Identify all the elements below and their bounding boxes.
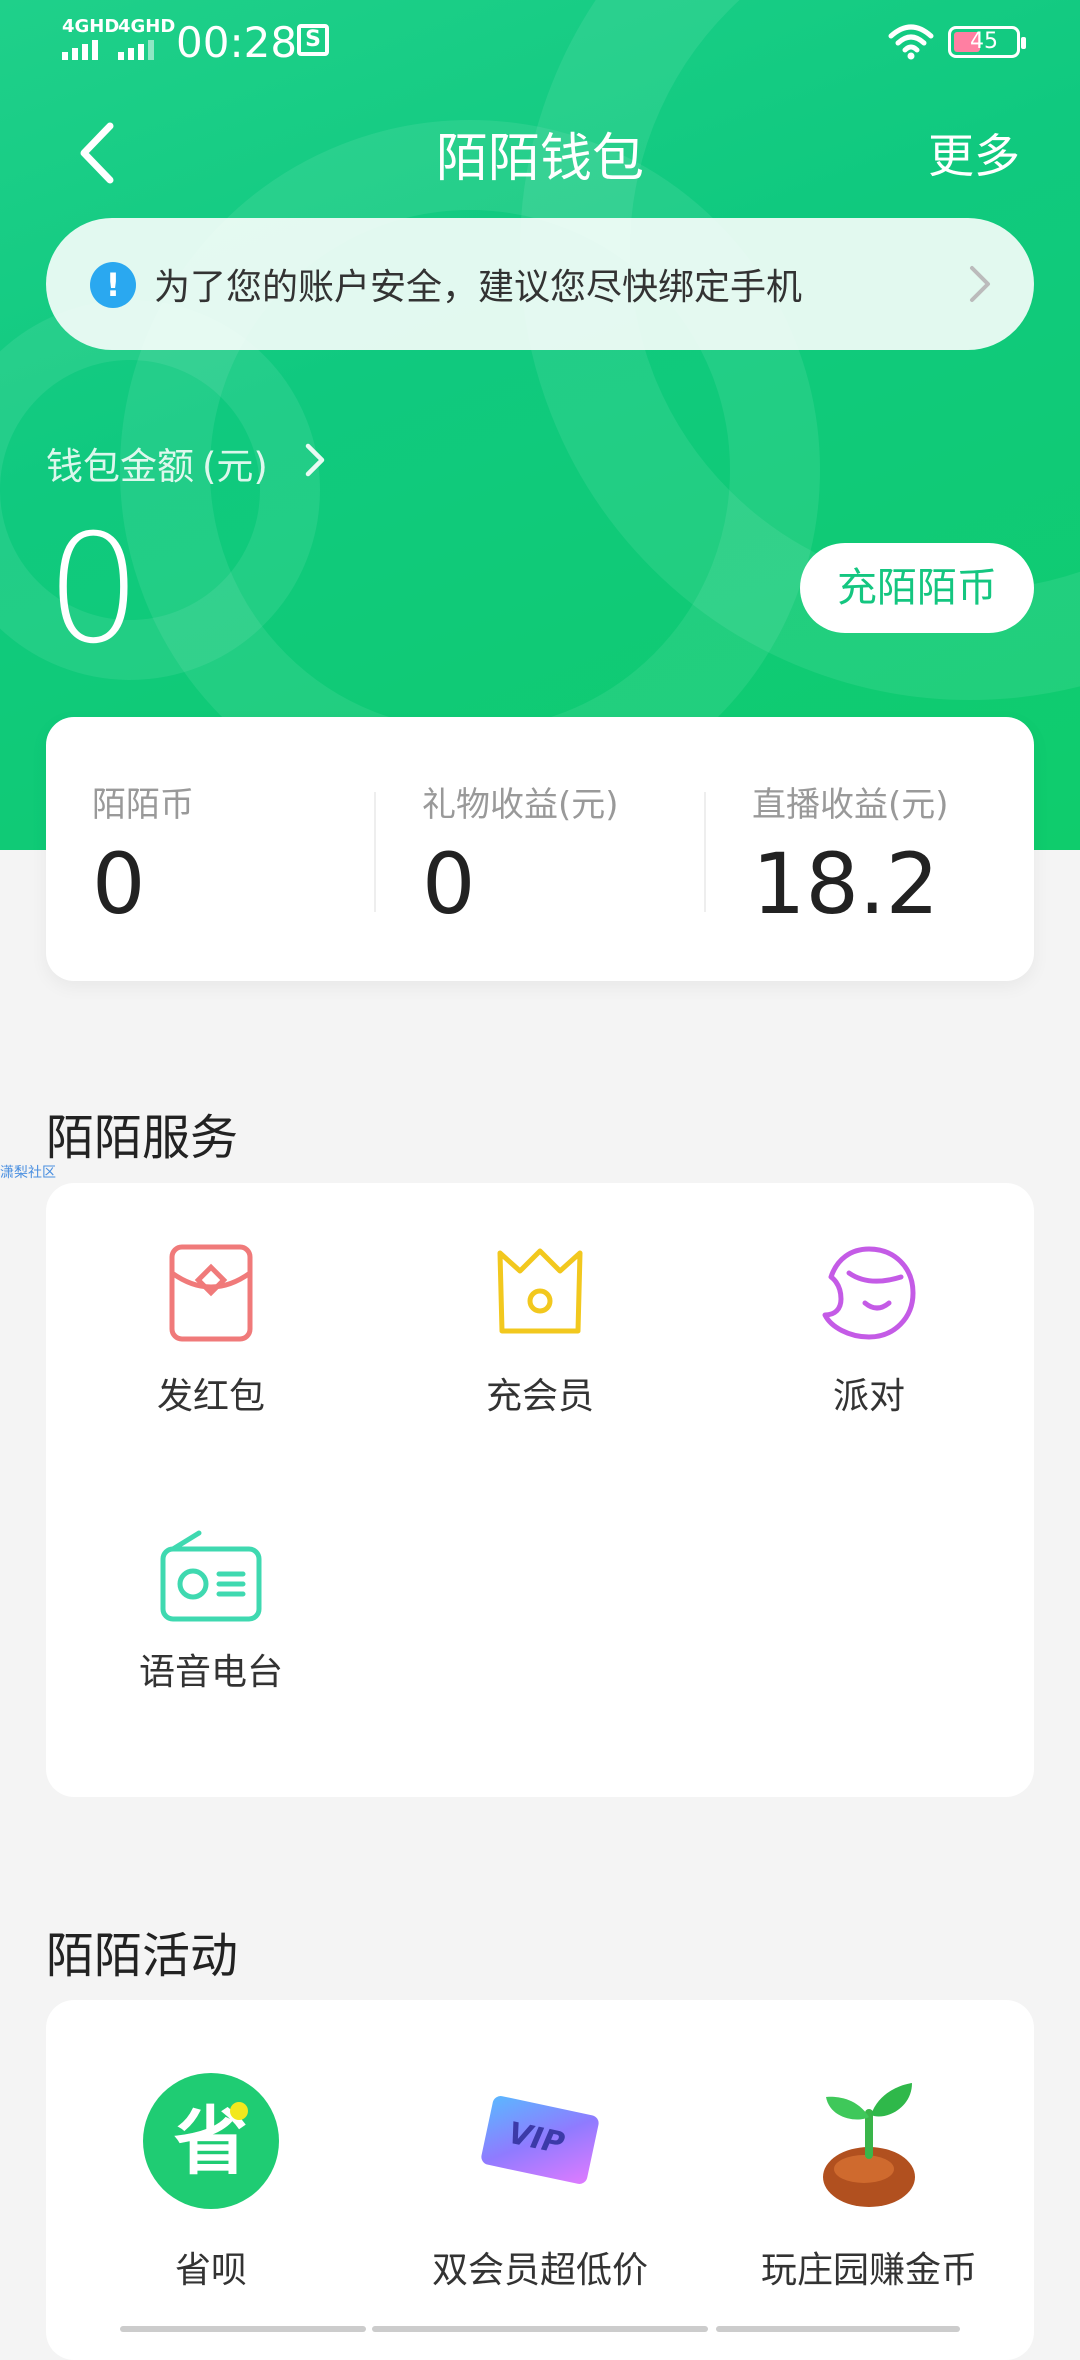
battery-level: 45: [970, 29, 998, 54]
voice-radio-item[interactable]: 语音电台: [46, 1530, 376, 1761]
network-type-label: 4GHD: [62, 16, 120, 37]
signal-icon: 4GHD: [118, 18, 175, 60]
sheng-bei-item[interactable]: 省 省呗: [46, 2073, 376, 2293]
scroll-indicator: [120, 2326, 366, 2332]
vip-card-icon: VIP: [481, 2096, 599, 2184]
activity-label: 双会员超低价: [431, 2250, 648, 2291]
service-label: 派对: [832, 1376, 905, 1417]
recharge-coins-button[interactable]: 充陌陌币: [800, 543, 1034, 633]
balance-value: 0: [92, 835, 146, 933]
wifi-icon: [888, 24, 934, 60]
more-button[interactable]: 更多: [928, 120, 1020, 186]
info-icon: !: [90, 262, 136, 308]
balance-card: 陌陌币 0 礼物收益(元) 0 直播收益(元) 18.2: [46, 717, 1034, 981]
party-item[interactable]: 派对: [704, 1243, 1034, 1463]
gift-income-balance[interactable]: 礼物收益(元) 0: [376, 717, 706, 981]
radio-icon: [160, 1530, 262, 1622]
balance-label: 礼物收益(元): [422, 785, 619, 825]
wallet-label-text: 钱包金额: [46, 445, 194, 488]
farm-earn-coins-item[interactable]: 玩庄园赚金币: [704, 2073, 1034, 2293]
watermark-text: 潇梨社区: [0, 1165, 56, 1181]
wallet-amount: 0: [46, 503, 142, 677]
wallet-unit: (元): [202, 445, 268, 488]
balance-value: 0: [422, 835, 476, 933]
sheng-bei-icon: 省: [143, 2073, 279, 2209]
wallet-balance-label[interactable]: 钱包金额 (元): [46, 436, 268, 490]
bind-phone-banner[interactable]: ! 为了您的账户安全，建议您尽快绑定手机: [46, 218, 1034, 350]
clock: 00:28: [176, 18, 298, 67]
services-card: 发红包 充会员 派对 语音电台: [46, 1183, 1034, 1797]
services-section-title: 陌陌服务: [46, 1110, 239, 1166]
scroll-indicator: [372, 2326, 708, 2332]
status-bar: 4GHD 4GHD 00:28 S 45: [0, 0, 1080, 90]
nav-bar: 陌陌钱包 更多: [0, 90, 1080, 210]
activity-label: 玩庄园赚金币: [760, 2250, 977, 2291]
signal-icon: 4GHD: [62, 18, 119, 60]
momo-coins-balance[interactable]: 陌陌币 0: [46, 717, 376, 981]
balance-label: 直播收益(元): [752, 785, 949, 825]
crown-icon: [497, 1248, 583, 1334]
chevron-right-icon: [970, 266, 990, 302]
chevron-right-icon[interactable]: [302, 440, 328, 480]
dual-vip-item[interactable]: VIP 双会员超低价: [375, 2073, 705, 2293]
activities-section-title: 陌陌活动: [46, 1928, 239, 1984]
sprout-icon: [823, 2083, 915, 2207]
send-red-packet-item[interactable]: 发红包: [46, 1243, 376, 1463]
notification-s-icon: S: [297, 24, 329, 56]
balance-label: 陌陌币: [92, 785, 194, 825]
page-title: 陌陌钱包: [435, 129, 644, 189]
party-face-icon: [822, 1246, 916, 1340]
service-label: 充会员: [485, 1376, 594, 1417]
service-label: 语音电台: [138, 1652, 283, 1693]
battery-icon: 45: [948, 26, 1026, 58]
activities-card: 省 省呗 VIP 双会员超低价 玩庄园赚金币: [46, 2000, 1034, 2360]
network-type-label: 4GHD: [118, 16, 176, 37]
bind-phone-text: 为了您的账户安全，建议您尽快绑定手机: [154, 267, 803, 308]
service-label: 发红包: [156, 1376, 265, 1417]
balance-value: 18.2: [752, 835, 940, 933]
scroll-indicator: [716, 2326, 960, 2332]
live-income-balance[interactable]: 直播收益(元) 18.2: [706, 717, 1036, 981]
recharge-membership-item[interactable]: 充会员: [375, 1243, 705, 1463]
activity-label: 省呗: [174, 2250, 247, 2291]
red-packet-icon: [169, 1244, 253, 1342]
